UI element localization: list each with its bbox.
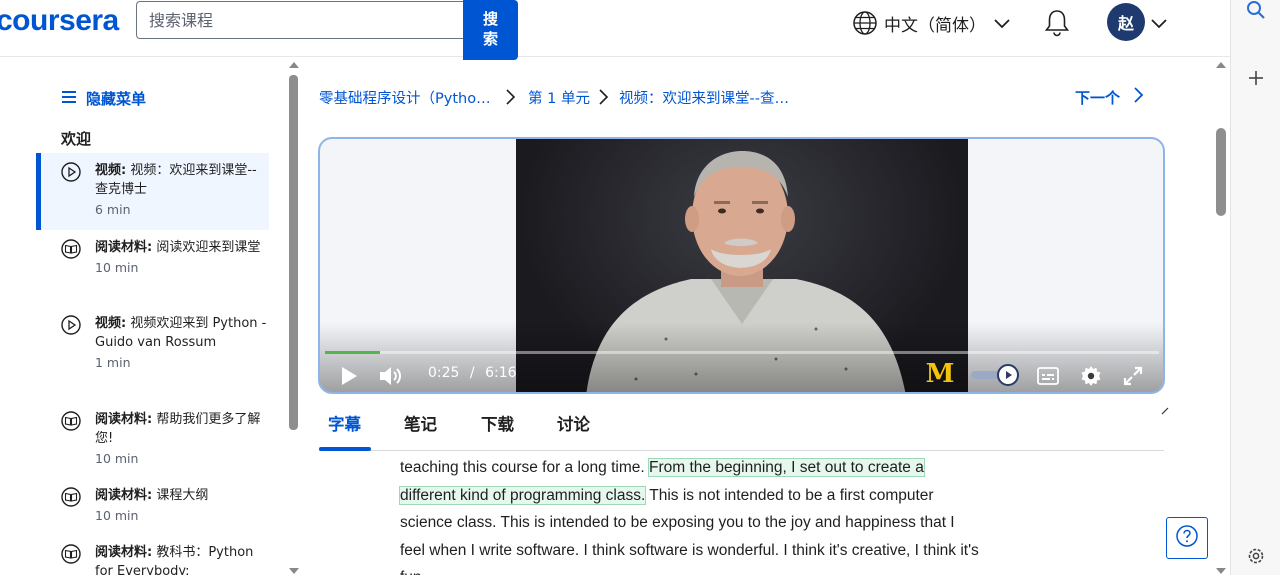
transcript-segment[interactable]: teaching this course for a long time. (400, 459, 649, 476)
play-icon[interactable] (338, 365, 360, 391)
item-type: 阅读材料: (95, 545, 153, 560)
sidebar-scroll-thumb[interactable] (289, 75, 298, 430)
add-icon[interactable] (1246, 68, 1266, 92)
captions-icon[interactable] (1036, 365, 1060, 391)
active-tab-indicator (319, 447, 371, 451)
volume-icon[interactable] (378, 365, 402, 391)
tab-transcript[interactable]: 字幕 (328, 411, 361, 435)
breadcrumb-course[interactable]: 零基础程序设计（Pytho… (319, 87, 491, 108)
menu-icon (62, 90, 76, 108)
tab-downloads[interactable]: 下载 (481, 411, 514, 435)
item-type: 阅读材料: (95, 240, 153, 255)
page-scrollbar[interactable] (1213, 58, 1230, 575)
help-button[interactable] (1166, 517, 1208, 559)
book-icon (61, 239, 81, 263)
breadcrumb-unit[interactable]: 第 1 单元 (528, 87, 590, 108)
book-icon (61, 544, 81, 568)
browser-sidebar (1230, 0, 1280, 575)
progress-fill (325, 351, 381, 354)
bell-icon[interactable] (1043, 8, 1071, 38)
scroll-down-arrow-icon[interactable] (1216, 568, 1226, 574)
coursera-logo[interactable]: coursera (0, 4, 119, 38)
sidebar-item-reading-syllabus[interactable]: 阅读材料: 课程大纲 10 min (36, 478, 269, 535)
total-time: 6:16 (485, 365, 517, 381)
search-button[interactable]: 搜索 (463, 0, 518, 60)
tab-discussion[interactable]: 讨论 (557, 411, 590, 435)
chevron-right-icon (597, 88, 609, 110)
progress-bar[interactable] (325, 351, 1159, 354)
item-duration: 10 min (95, 451, 139, 466)
course-sidebar: 隐藏菜单 欢迎 视频: 视频：欢迎来到课堂--查克博士 6 min 阅读材料: … (0, 58, 287, 575)
transcript-text: teaching this course for a long time. Fr… (399, 454, 980, 575)
michigan-logo: M (923, 359, 957, 389)
chevron-down-icon[interactable] (1150, 14, 1168, 36)
language-label: 中文（简体） (884, 15, 986, 36)
item-duration: 6 min (95, 202, 131, 217)
section-title: 欢迎 (61, 130, 92, 148)
sidebar-item-reading-help[interactable]: 阅读材料: 帮助我们更多了解您! 10 min (36, 402, 269, 479)
item-title: 课程大纲 (152, 488, 209, 503)
book-icon (61, 487, 81, 511)
item-type: 视频: (95, 316, 127, 331)
chevron-right-icon (504, 88, 516, 110)
question-mark-icon (1175, 524, 1199, 552)
item-type: 视频: (95, 163, 127, 178)
time-display: 0:25 / 6:16 (428, 365, 517, 381)
sidebar-item-reading-welcome[interactable]: 阅读材料: 阅读欢迎来到课堂 10 min (36, 230, 269, 307)
avatar[interactable]: 赵 (1107, 3, 1145, 41)
settings-gear-icon[interactable] (1246, 546, 1266, 570)
sidebar-item-video-welcome[interactable]: 视频: 视频：欢迎来到课堂--查克博士 6 min (36, 153, 269, 230)
play-circle-icon (61, 315, 81, 339)
fullscreen-icon[interactable] (1122, 365, 1144, 391)
item-type: 阅读材料: (95, 412, 153, 427)
next-label: 下一个 (1075, 88, 1121, 107)
search-input[interactable] (136, 1, 464, 39)
globe-icon (852, 10, 878, 36)
chevron-right-icon (1132, 86, 1144, 108)
top-header: coursera 搜索 中文（简体） 赵 (0, 0, 1230, 60)
settings-gear-icon[interactable] (1080, 365, 1102, 391)
hide-menu-label: 隐藏菜单 (86, 90, 147, 108)
volume-slider-knob[interactable] (997, 364, 1019, 386)
item-type: 阅读材料: (95, 488, 153, 503)
item-duration: 10 min (95, 260, 139, 275)
play-circle-icon (61, 162, 81, 186)
sidebar-scrollbar[interactable] (287, 58, 301, 575)
sidebar-item-video-guido[interactable]: 视频: 视频欢迎来到 Python - Guido van Rossum 1 m… (36, 306, 269, 402)
time-separator: / (469, 365, 475, 381)
tab-notes[interactable]: 笔记 (404, 411, 437, 435)
item-duration: 1 min (95, 355, 131, 370)
current-time: 0:25 (428, 365, 460, 381)
search-icon[interactable] (1246, 0, 1266, 24)
breadcrumb-item[interactable]: 视频：欢迎来到课堂--查… (619, 87, 789, 108)
main-content: 零基础程序设计（Pytho… 第 1 单元 视频：欢迎来到课堂--查… 下一个 (301, 58, 1213, 575)
scroll-up-arrow-icon[interactable] (1216, 62, 1226, 68)
item-duration: 10 min (95, 508, 139, 523)
hide-menu-button[interactable]: 隐藏菜单 (62, 88, 146, 109)
sidebar-item-reading-textbook[interactable]: 阅读材料: 教科书：Python for Everybody: (36, 535, 269, 575)
page-scroll-thumb[interactable] (1216, 128, 1226, 216)
scroll-down-arrow-icon[interactable] (289, 568, 299, 574)
book-icon (61, 411, 81, 435)
svg-text:M: M (926, 359, 955, 385)
item-title: 阅读欢迎来到课堂 (152, 240, 261, 255)
chevron-down-icon (992, 13, 1012, 33)
language-selector[interactable]: 中文（简体） (852, 9, 1012, 37)
next-item-button[interactable]: 下一个 (1075, 86, 1144, 108)
content-tabs: 字幕 笔记 下载 讨论 (319, 403, 1164, 451)
scroll-up-arrow-icon[interactable] (289, 62, 299, 68)
app-window: coursera 搜索 中文（简体） 赵 隐藏菜单 欢迎 (0, 0, 1280, 575)
video-player[interactable]: 0:25 / 6:16 M (318, 137, 1165, 394)
